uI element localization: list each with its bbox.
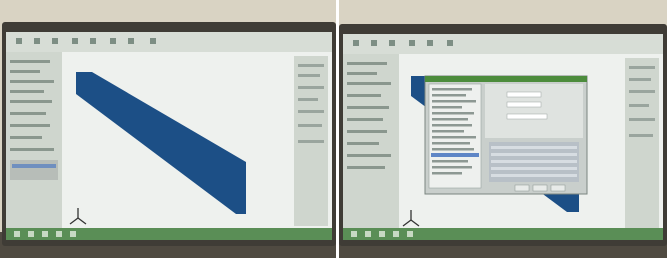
task-pane [625, 58, 659, 228]
tree-item [10, 70, 40, 73]
options-dialog[interactable] [424, 75, 588, 195]
task-pane-item [298, 64, 324, 67]
taskbar-icon [407, 231, 413, 237]
tree-item [347, 118, 383, 121]
tree-item [347, 72, 377, 75]
settings-field[interactable] [506, 91, 542, 98]
grid-row [491, 153, 577, 156]
tree-item [10, 60, 50, 63]
grid-row [491, 174, 577, 177]
category-item[interactable] [432, 100, 476, 103]
tree-item [10, 90, 44, 93]
photo-left-canvas [0, 0, 336, 258]
task-pane-item [629, 90, 655, 93]
task-pane-item [298, 74, 320, 77]
ribbon-icon [128, 38, 134, 44]
grid-row [491, 160, 577, 163]
ribbon-icon [389, 40, 395, 46]
tree-item [10, 80, 54, 83]
category-item[interactable] [432, 106, 462, 109]
tree-item [347, 166, 385, 169]
taskbar-icon [351, 231, 357, 237]
category-item[interactable] [432, 142, 470, 145]
taskbar-icon [42, 231, 48, 237]
settings-field[interactable] [506, 113, 548, 120]
photo-right-canvas [339, 0, 667, 258]
tree-item [347, 82, 391, 85]
tree-item [347, 62, 387, 65]
tree-item [10, 112, 46, 115]
category-item[interactable] [432, 130, 464, 133]
category-item[interactable] [432, 148, 474, 151]
ribbon-icon [52, 38, 58, 44]
taskbar-icon [28, 231, 34, 237]
tree-item [347, 106, 389, 109]
taskbar-icon [14, 231, 20, 237]
ribbon-icon [427, 40, 433, 46]
category-item[interactable] [432, 94, 466, 97]
tree-item [347, 142, 379, 145]
category-item[interactable] [432, 124, 472, 127]
grid-row [491, 146, 577, 149]
tree-item [10, 148, 54, 151]
taskbar [6, 228, 332, 240]
tree-selected-item [12, 164, 56, 168]
tree-item [347, 94, 381, 97]
taskbar-icon [393, 231, 399, 237]
ribbon-icon [150, 38, 156, 44]
task-pane-item [298, 124, 322, 127]
tree-item [347, 130, 387, 133]
category-item[interactable] [432, 88, 472, 91]
task-pane-item [298, 98, 318, 101]
task-pane-item [629, 104, 649, 107]
task-pane-item [629, 118, 655, 121]
category-selected[interactable] [431, 153, 479, 157]
taskbar-icon [379, 231, 385, 237]
category-item[interactable] [432, 172, 462, 175]
tree-item [10, 100, 52, 103]
dialog-help-button[interactable] [550, 184, 566, 192]
taskbar-icon [56, 231, 62, 237]
category-item[interactable] [432, 118, 468, 121]
tree-highlight [10, 160, 58, 180]
dialog-cancel-button[interactable] [532, 184, 548, 192]
ribbon-icon [90, 38, 96, 44]
dialog-ok-button[interactable] [514, 184, 530, 192]
taskbar-icon [365, 231, 371, 237]
ribbon-icon [34, 38, 40, 44]
task-pane-item [298, 110, 324, 113]
task-pane-item [298, 140, 324, 143]
taskbar-icon [70, 231, 76, 237]
ribbon-icon [16, 38, 22, 44]
taskbar [343, 228, 663, 240]
category-item[interactable] [432, 166, 472, 169]
ribbon-icon [447, 40, 453, 46]
grid-row [491, 167, 577, 170]
ribbon-icon [110, 38, 116, 44]
task-pane-item [298, 86, 324, 89]
task-pane-item [629, 134, 653, 137]
tree-item [347, 154, 391, 157]
ribbon-icon [371, 40, 377, 46]
category-item[interactable] [432, 112, 474, 115]
ribbon-icon [409, 40, 415, 46]
feature-tree-panel [6, 52, 62, 234]
photo-right [339, 0, 667, 258]
tree-item [10, 136, 42, 139]
ribbon-icon [72, 38, 78, 44]
task-pane-item [629, 78, 651, 81]
category-item[interactable] [432, 136, 476, 139]
dialog-title-bar [425, 76, 587, 82]
ribbon-icon [353, 40, 359, 46]
photo-left [0, 0, 336, 258]
category-item[interactable] [432, 160, 468, 163]
settings-field[interactable] [506, 101, 542, 108]
tree-item [10, 124, 50, 127]
task-pane-item [629, 66, 655, 69]
